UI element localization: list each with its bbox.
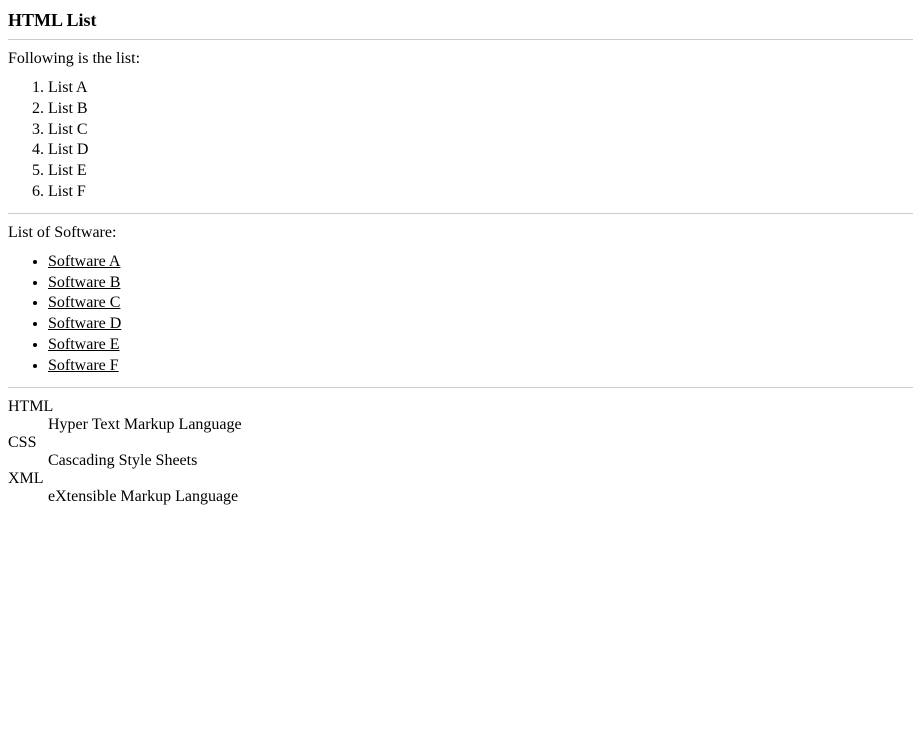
software-list: Software A Software B Software C Software D… xyxy=(8,252,913,377)
list-item: Software D xyxy=(48,314,913,335)
list-item: List E xyxy=(48,161,913,182)
list-item: List D xyxy=(48,140,913,161)
divider xyxy=(8,387,913,388)
definition-term: HTML xyxy=(8,398,913,416)
definition-desc: eXtensible Markup Language xyxy=(48,488,913,506)
ordered-list-intro: Following is the list: xyxy=(8,50,913,68)
ordered-list: List AList BList CList DList EList F xyxy=(8,78,913,203)
divider xyxy=(8,213,913,214)
software-link[interactable]: Software F xyxy=(48,357,119,374)
software-link[interactable]: Software E xyxy=(48,336,120,353)
definition-list: HTMLHyper Text Markup LanguageCSSCascadi… xyxy=(8,398,913,506)
list-item: List A xyxy=(48,78,913,99)
divider xyxy=(8,39,913,40)
list-item: Software B xyxy=(48,273,913,294)
software-link[interactable]: Software C xyxy=(48,294,120,311)
list-item: List B xyxy=(48,99,913,120)
software-link[interactable]: Software B xyxy=(48,274,120,291)
software-list-intro: List of Software: xyxy=(8,224,913,242)
definition-term: CSS xyxy=(8,434,913,452)
list-item: List F xyxy=(48,182,913,203)
software-link[interactable]: Software D xyxy=(48,315,121,332)
definition-desc: Hyper Text Markup Language xyxy=(48,416,913,434)
list-item: Software F xyxy=(48,356,913,377)
definition-term: XML xyxy=(8,470,913,488)
software-link[interactable]: Software A xyxy=(48,253,120,270)
list-item: Software A xyxy=(48,252,913,273)
list-item: Software E xyxy=(48,335,913,356)
list-item: List C xyxy=(48,120,913,141)
list-item: Software C xyxy=(48,293,913,314)
page-title: HTML List xyxy=(8,10,913,31)
definition-desc: Cascading Style Sheets xyxy=(48,452,913,470)
